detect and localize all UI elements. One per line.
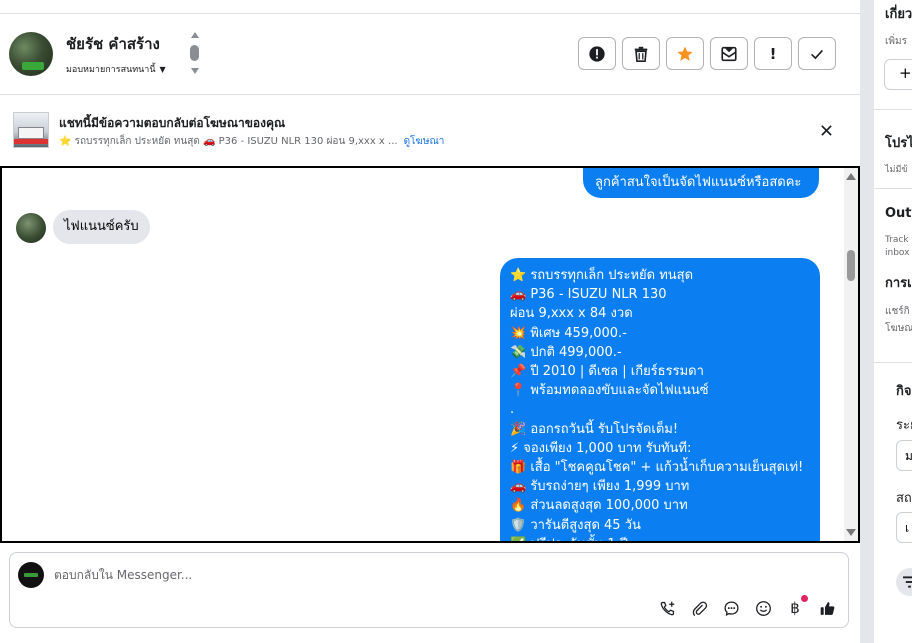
saved-reply-icon bbox=[723, 600, 739, 616]
period-label: ระย bbox=[896, 418, 912, 433]
mark-spam-button[interactable] bbox=[578, 37, 616, 70]
assign-conversation-dropdown[interactable]: มอบหมายการสนทนานี้ ▼ bbox=[66, 62, 166, 76]
emoji-button[interactable] bbox=[754, 599, 772, 617]
conversation-header: ชัยรัช คำสร้าง มอบหมายการสนทนานี้ ▼ ! bbox=[0, 14, 860, 95]
mark-unread-icon bbox=[721, 46, 737, 61]
composer-toolbar: ฿ bbox=[658, 595, 836, 617]
follow-up-button[interactable]: ! bbox=[754, 37, 792, 70]
add-details-button[interactable]: + bbox=[884, 59, 912, 90]
message-line: 🔥 ส่วนลดสูงสุด 100,000 บาท bbox=[510, 498, 688, 514]
filter-icon bbox=[903, 576, 912, 588]
profile-heading: โปรไ bbox=[885, 136, 912, 151]
about-heading: เกี่ยว bbox=[885, 7, 912, 22]
status-select[interactable]: เ bbox=[896, 512, 912, 543]
mark-unread-button[interactable] bbox=[710, 37, 748, 70]
profile-empty-text: ไม่มีข้ bbox=[885, 165, 908, 175]
conversation-navigator[interactable] bbox=[188, 32, 202, 76]
message-line: 💥 พิเศษ 459,000.- bbox=[510, 325, 627, 341]
plus-icon: + bbox=[899, 64, 912, 82]
caret-down-icon: ▼ bbox=[159, 64, 166, 74]
message-line: 🎁 เสื้อ "โชคคูณโชค" + แก้วน้ำเก็บความเย็… bbox=[510, 460, 804, 476]
thread-scrollbar[interactable] bbox=[844, 168, 858, 541]
scroll-down-icon[interactable] bbox=[846, 529, 856, 536]
message-line: 📍 พร้อมทดลองขับและจัดไฟแนนซ์ bbox=[510, 383, 709, 399]
status-label: สถ bbox=[896, 491, 912, 506]
message-line: ⚡ จองเพียง 1,000 บาท รับทันที: bbox=[510, 440, 692, 456]
details-panel: เกี่ยว เพิ่มร + โปรไ ไม่มีข้ Out Track i… bbox=[874, 0, 912, 643]
message-thread[interactable]: ลูกค้าสนใจเป็นจัดไฟแนนซ์หรือสดคะ ไฟแนนซ์… bbox=[0, 166, 860, 543]
scroll-up-icon[interactable] bbox=[846, 173, 856, 180]
payment-button[interactable]: ฿ bbox=[786, 595, 808, 617]
star-icon bbox=[677, 46, 693, 61]
contact-avatar-small bbox=[16, 213, 46, 243]
delete-button[interactable] bbox=[622, 37, 660, 70]
ad-banner-title: แชทนี้มีข้อความตอบกลับต่อโฆษณาของคุณ bbox=[59, 116, 286, 130]
message-line: ✅ ฟรีประกันชั้น 1 ปี bbox=[510, 535, 810, 541]
conversation-actions: ! bbox=[578, 37, 836, 70]
call-button[interactable] bbox=[658, 599, 676, 617]
outgoing-ad-message: ⭐ รถบรรทุกเล็ก ประหยัด ทนสุด 🚗 P36 - ISU… bbox=[500, 258, 820, 541]
filter-button[interactable] bbox=[896, 568, 912, 596]
saved-reply-button[interactable] bbox=[722, 599, 740, 617]
message-line: ⭐ รถบรรทุกเล็ก ประหยัด ทนสุด bbox=[510, 268, 694, 283]
divider bbox=[874, 109, 912, 110]
chat-pane: ชัยรัช คำสร้าง มอบหมายการสนทนานี้ ▼ ! แช… bbox=[0, 0, 860, 643]
assign-label: มอบหมายการสนทนานี้ bbox=[66, 65, 156, 75]
chevron-down-icon[interactable] bbox=[191, 68, 199, 74]
outgoing-message: ลูกค้าสนใจเป็นจัดไฟแนนซ์หรือสดคะ bbox=[583, 168, 819, 198]
mark-done-button[interactable] bbox=[798, 37, 836, 70]
message-line: 💸 ปกติ 499,000.- bbox=[510, 344, 622, 360]
chevron-up-icon[interactable] bbox=[191, 32, 199, 38]
scroll-thumb[interactable] bbox=[847, 250, 855, 281]
attach-button[interactable] bbox=[690, 599, 708, 617]
emoji-icon bbox=[755, 600, 771, 616]
thumbs-up-icon bbox=[820, 601, 834, 615]
message-line: ผ่อน 9,xxx x 84 งวด bbox=[510, 306, 633, 322]
ad-summary: ⭐ รถบรรทุกเล็ก ประหยัด ทนสุด 🚗 P36 - ISU… bbox=[59, 136, 398, 147]
period-select[interactable]: ม bbox=[896, 440, 912, 471]
view-ad-link[interactable]: ดูโฆษณา bbox=[404, 136, 445, 147]
add-details-text: เพิ่มร bbox=[885, 36, 907, 47]
follow-up-icon: ! bbox=[769, 44, 777, 63]
close-icon bbox=[821, 125, 832, 136]
contact-name[interactable]: ชัยรัช คำสร้าง bbox=[66, 32, 160, 56]
page-avatar bbox=[18, 562, 44, 588]
message-line: 🚗 P36 - ISUZU NLR 130 bbox=[510, 287, 667, 303]
ad-thumbnail[interactable] bbox=[13, 112, 49, 148]
tasks-heading: กิจ bbox=[896, 384, 912, 399]
baht-payment-icon: ฿ bbox=[790, 599, 800, 617]
message-line: 📌 ปี 2010 | ดีเซล | เกียร์ธรรมดา bbox=[510, 364, 704, 380]
ad-banner-subtitle: ⭐ รถบรรทุกเล็ก ประหยัด ทนสุด 🚗 P36 - ISU… bbox=[59, 134, 444, 149]
navigator-handle bbox=[190, 45, 199, 61]
ad-reply-banner: แชทนี้มีข้อความตอบกลับต่อโฆษณาของคุณ ⭐ ร… bbox=[0, 96, 860, 166]
outcomes-text-1: Track bbox=[885, 235, 909, 245]
outcomes-heading: Out bbox=[885, 206, 912, 221]
reply-composer: ฿ bbox=[9, 552, 849, 628]
call-plus-icon bbox=[660, 601, 674, 615]
trash-icon bbox=[634, 46, 648, 62]
spam-alert-icon bbox=[589, 45, 605, 62]
done-check-icon bbox=[811, 49, 823, 59]
divider bbox=[874, 188, 912, 189]
activity-text-2: โฆษณ bbox=[885, 323, 912, 334]
activity-text-1: แชร์กิ bbox=[885, 306, 910, 317]
incoming-message: ไฟแนนซ์ครับ bbox=[53, 210, 150, 244]
outcomes-text-2: inbox bbox=[885, 248, 910, 258]
reply-input[interactable] bbox=[54, 563, 814, 587]
attachment-icon bbox=[692, 601, 707, 616]
like-button[interactable] bbox=[818, 599, 836, 617]
close-banner-button[interactable] bbox=[820, 122, 833, 141]
contact-avatar[interactable] bbox=[9, 32, 53, 76]
notification-dot bbox=[801, 595, 808, 602]
activity-heading: การเ bbox=[885, 276, 912, 291]
message-line: . bbox=[510, 402, 515, 418]
divider bbox=[874, 362, 912, 363]
message-line: 🎉 ออกรถวันนี้ รับโปรจัดเต็ม! bbox=[510, 421, 679, 437]
message-line: 🚗 รับรถง่ายๆ เพียง 1,999 บาท bbox=[510, 479, 690, 495]
star-button[interactable] bbox=[666, 37, 704, 70]
message-line: 🛡️ วารันตีสูงสุด 45 วัน bbox=[510, 517, 641, 533]
